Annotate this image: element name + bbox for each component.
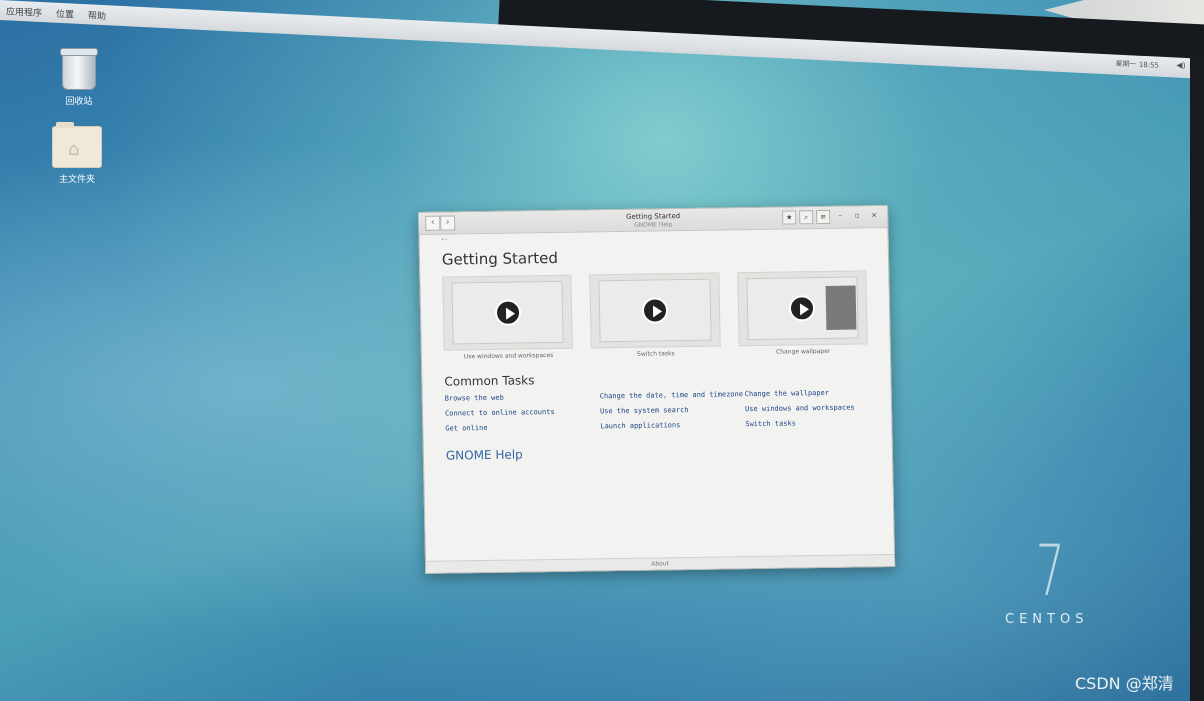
video-item[interactable]: Use windows and workspaces	[442, 274, 574, 361]
video-item[interactable]: Switch tasks	[589, 272, 721, 359]
header-controls: ★ ⌕ ≡ – ▫ ×	[782, 209, 881, 225]
desktop-icon-trash[interactable]: 回收站	[44, 48, 114, 107]
bookmark-button[interactable]: ★	[782, 210, 797, 225]
video-caption: Change wallpaper	[776, 347, 831, 356]
menu-applications[interactable]: 应用程序	[6, 4, 42, 19]
panel-clock[interactable]: 星期一 18:55	[1116, 59, 1159, 71]
menu-places[interactable]: 位置	[56, 6, 74, 20]
centos-logo-text: CENTOS	[1005, 612, 1089, 627]
task-link[interactable]: Use the system search	[600, 405, 745, 415]
desktop-icon-home[interactable]: ⌂ 主文件夹	[42, 122, 112, 185]
search-button[interactable]: ⌕	[799, 210, 814, 225]
help-content: Getting Started Use windows and workspac…	[420, 238, 892, 470]
close-button[interactable]: ×	[867, 209, 881, 223]
video-thumbnail[interactable]	[736, 270, 868, 347]
task-link[interactable]: Get online	[445, 422, 600, 433]
settings-panel-mock	[825, 285, 857, 330]
volume-icon[interactable]: ◀)	[1176, 61, 1185, 71]
video-list: Use windows and workspaces Switch tasks …	[442, 270, 868, 360]
common-tasks-heading: Common Tasks	[444, 373, 535, 389]
task-link[interactable]: Switch tasks	[745, 418, 885, 428]
video-thumbnail[interactable]	[589, 272, 721, 349]
task-link[interactable]: Change the wallpaper	[745, 388, 885, 398]
task-link[interactable]: Browse the web	[445, 392, 600, 403]
desktop-icon-label: 回收站	[65, 97, 93, 107]
gnome-help-window: ‹ › Getting Started GNOME Help ★ ⌕ ≡ – ▫…	[418, 205, 896, 574]
video-item[interactable]: Change wallpaper	[736, 270, 868, 356]
desktop-icon-label: 主文件夹	[58, 175, 95, 185]
maximize-button[interactable]: ▫	[850, 209, 864, 223]
menu-help[interactable]: 帮助	[88, 8, 106, 22]
task-link[interactable]: Launch applications	[600, 420, 745, 430]
trash-icon	[60, 48, 98, 90]
task-link[interactable]: Connect to online accounts	[445, 407, 600, 418]
common-tasks-grid: Browse the web Change the date, time and…	[445, 388, 870, 433]
play-icon[interactable]	[494, 299, 521, 326]
task-link[interactable]: Use windows and workspaces	[745, 403, 885, 414]
home-folder-icon: ⌂	[52, 122, 102, 168]
monitor-bezel-right	[1190, 55, 1204, 701]
watermark: CSDN @郑清	[1075, 674, 1174, 693]
minimize-button[interactable]: –	[833, 210, 847, 224]
gnome-help-link[interactable]: GNOME Help	[446, 447, 523, 462]
video-caption: Use windows and workspaces	[463, 352, 554, 361]
video-thumbnail[interactable]	[442, 274, 574, 351]
centos-logo-number: 7	[1035, 530, 1065, 612]
video-caption: Switch tasks	[637, 350, 675, 358]
menu-button[interactable]: ≡	[816, 209, 831, 225]
task-link[interactable]: Change the date, time and timezone	[600, 390, 745, 400]
page-title: Getting Started	[441, 248, 559, 269]
